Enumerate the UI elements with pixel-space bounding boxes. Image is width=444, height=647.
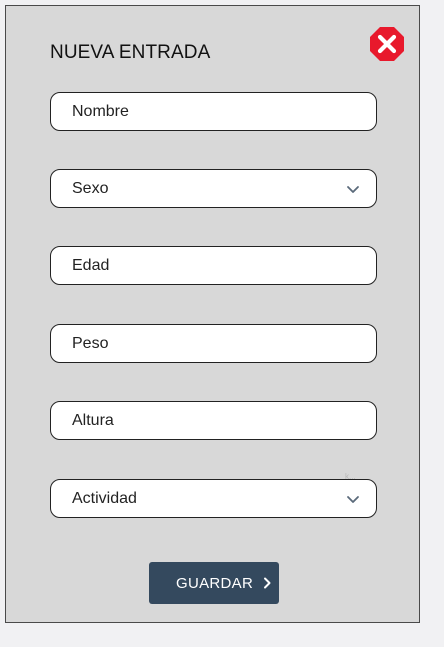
height-field[interactable]: Altura xyxy=(50,401,377,440)
sex-select-label: Sexo xyxy=(72,179,109,197)
new-entry-panel: NUEVA ENTRADA Nombre Sexo Edad Peso Altu… xyxy=(5,5,420,623)
activity-select[interactable]: Actividad xyxy=(50,479,377,518)
age-field-placeholder: Edad xyxy=(72,256,110,274)
page-title: NUEVA ENTRADA xyxy=(50,42,211,63)
save-button[interactable]: GUARDAR xyxy=(149,562,279,604)
weight-field[interactable]: Peso xyxy=(50,324,377,363)
close-icon xyxy=(370,27,404,61)
weight-field-placeholder: Peso xyxy=(72,334,109,352)
chevron-right-icon xyxy=(264,577,271,589)
save-button-label: GUARDAR xyxy=(176,574,254,592)
chevron-down-icon xyxy=(347,185,359,193)
height-field-placeholder: Altura xyxy=(72,411,114,429)
name-field-placeholder: Nombre xyxy=(72,102,129,120)
name-field[interactable]: Nombre xyxy=(50,92,377,131)
activity-select-label: Actividad xyxy=(72,489,137,507)
sex-select[interactable]: Sexo xyxy=(50,169,377,208)
chevron-down-icon xyxy=(347,495,359,503)
close-button[interactable] xyxy=(369,26,405,62)
age-field[interactable]: Edad xyxy=(50,246,377,285)
